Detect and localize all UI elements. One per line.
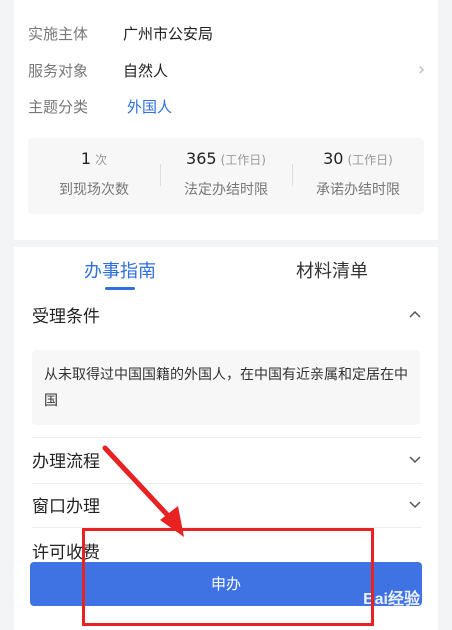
info-key: 主题分类 <box>28 97 89 116</box>
chevron-down-icon[interactable] <box>408 497 422 511</box>
stat-number: 365 <box>186 149 217 168</box>
page: 实施主体 广州市公安局 服务对象 自然人 › 主题分类 外国人 1次 到现场次数… <box>0 0 452 630</box>
stat-label: 承诺办结时限 <box>316 182 400 198</box>
stat-promised-limit: 30 (工作日) 承诺办结时限 <box>292 138 424 214</box>
divider <box>32 483 422 484</box>
stat-unit: (工作日) <box>347 153 393 167</box>
info-row-topic: 主题分类 外国人 <box>28 94 172 118</box>
stat-legal-limit: 365 (工作日) 法定办结时限 <box>160 138 292 214</box>
section-acceptance[interactable]: 受理条件 <box>32 301 422 327</box>
stat-label: 到现场次数 <box>59 182 129 198</box>
info-value: 自然人 <box>123 61 169 80</box>
info-card: 实施主体 广州市公安局 服务对象 自然人 › 主题分类 外国人 1次 到现场次数… <box>14 0 438 240</box>
info-value: 广州市公安局 <box>123 24 214 43</box>
tab-guide[interactable]: 办事指南 <box>14 247 226 293</box>
section-title: 办理流程 <box>32 451 100 472</box>
stat-visits: 1次 到现场次数 <box>28 138 160 214</box>
chevron-down-icon[interactable] <box>408 452 422 466</box>
tab-bar: 办事指南 材料清单 <box>14 247 438 293</box>
section-window[interactable]: 窗口办理 <box>32 491 422 517</box>
info-key: 服务对象 <box>28 61 89 80</box>
tab-materials[interactable]: 材料清单 <box>226 247 438 293</box>
section-title: 窗口办理 <box>32 496 100 517</box>
stat-label: 法定办结时限 <box>184 182 268 198</box>
info-row-service-target[interactable]: 服务对象 自然人 <box>28 58 438 82</box>
stat-unit: (工作日) <box>220 153 266 167</box>
stat-number: 1 <box>80 149 92 168</box>
stat-number: 30 <box>323 149 344 168</box>
chevron-right-icon[interactable]: › <box>418 61 430 79</box>
divider <box>32 437 422 438</box>
section-title: 受理条件 <box>32 306 100 327</box>
section-process[interactable]: 办理流程 <box>32 446 422 472</box>
acceptance-content: 从未取得过中国国籍的外国人，在中国有近亲属和定居在中国 <box>32 350 420 425</box>
stat-unit: 次 <box>95 153 108 167</box>
info-key: 实施主体 <box>28 24 89 43</box>
stats-panel: 1次 到现场次数 365 (工作日) 法定办结时限 30 (工作日) 承诺办结时限 <box>28 138 424 214</box>
chevron-up-icon[interactable] <box>408 307 422 321</box>
info-row-implementer: 实施主体 广州市公安局 <box>28 21 213 45</box>
annotation-box <box>82 528 374 626</box>
topic-link[interactable]: 外国人 <box>127 96 172 117</box>
